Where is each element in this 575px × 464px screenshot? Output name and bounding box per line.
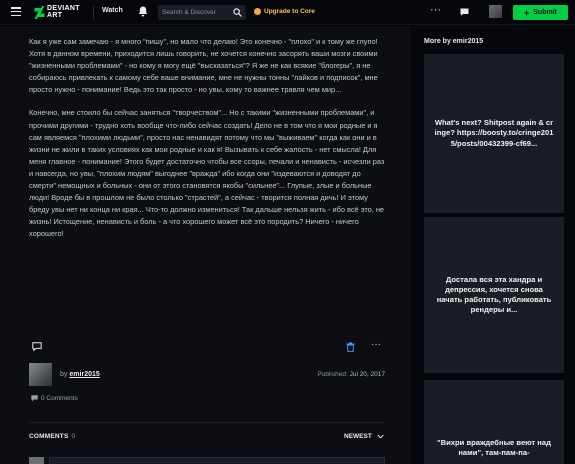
search-input[interactable] <box>158 9 230 16</box>
sidebar: More by emir2015 What's next? Shitpost a… <box>410 26 575 464</box>
comments-count-text: 0 Comments <box>41 395 78 402</box>
chevron-down-icon <box>376 434 384 439</box>
avatar <box>29 457 44 464</box>
published-value: Jul 20, 2017 <box>349 371 385 378</box>
chat-icon[interactable] <box>460 8 469 16</box>
sidebar-card[interactable]: "Вихри враждебные веют над нами", там-па… <box>424 380 564 464</box>
upgrade-label: Upgrade to Core <box>264 8 315 15</box>
bell-icon[interactable] <box>138 6 148 17</box>
sort-label: NEWEST <box>344 433 372 440</box>
published-label: Published: <box>317 371 348 378</box>
search-icon[interactable] <box>233 8 242 17</box>
article-actions: ··· <box>32 340 384 354</box>
sidebar-card[interactable]: What's next? Shitpost again & cringe? ht… <box>424 54 564 213</box>
comment-small-icon <box>31 395 38 402</box>
sidebar-card-text: "Вихри враждебные веют над нами", там-па… <box>437 438 551 458</box>
sidebar-card-text: What's next? Shitpost again & cringe? ht… <box>434 118 554 148</box>
comment-input[interactable] <box>49 457 385 464</box>
article-paragraph: Конечно, мне стоило бы сейчас заняться "… <box>29 108 385 239</box>
divider <box>29 422 385 423</box>
more-options-icon[interactable]: ··· <box>371 340 381 350</box>
sidebar-card-text: Достала вся эта хандра и депрессия, хоче… <box>436 274 552 315</box>
comments-count[interactable]: 0 Comments <box>31 395 78 402</box>
search-box <box>158 5 246 20</box>
plus-icon: + <box>524 7 530 18</box>
watch-link[interactable]: Watch <box>102 7 123 14</box>
article-paragraph: Как я уже сам замечаю - я много "пишу", … <box>29 37 378 95</box>
upgrade-to-core-link[interactable]: Upgrade to Core <box>254 8 315 15</box>
article-body: Как я уже сам замечаю - я много "пишу", … <box>29 36 385 252</box>
coin-icon <box>254 8 261 15</box>
sort-dropdown[interactable]: NEWEST <box>344 433 384 440</box>
comment-icon[interactable] <box>32 342 42 351</box>
author-name-link[interactable]: emir2015 <box>69 371 99 378</box>
user-avatar[interactable] <box>489 5 502 18</box>
submit-label: Submit <box>533 9 557 16</box>
divider <box>93 6 94 19</box>
comments-header-count: 0 <box>71 433 76 440</box>
menu-icon[interactable] <box>11 7 21 17</box>
sidebar-card[interactable]: Достала вся эта хандра и депрессия, хоче… <box>424 217 564 373</box>
trash-icon[interactable] <box>346 342 355 352</box>
more-icon[interactable]: ··· <box>430 5 441 16</box>
by-label: by <box>60 371 68 378</box>
published-date: Published: Jul 20, 2017 <box>317 371 385 378</box>
deviantart-logo-icon <box>34 5 45 19</box>
author-block: by emir2015 Published: Jul 20, 2017 <box>29 363 385 387</box>
comment-input-row <box>29 455 385 464</box>
comments-header: COMMENTS 0 <box>29 433 75 440</box>
top-navigation-bar: DEVIANT ART Watch Upgrade to Core ··· + … <box>0 0 575 25</box>
comments-header-label: COMMENTS <box>29 433 69 440</box>
sidebar-title: More by emir2015 <box>424 38 484 45</box>
author-avatar[interactable] <box>29 363 52 386</box>
logo-text: DEVIANT ART <box>47 5 80 19</box>
deviantart-logo[interactable]: DEVIANT ART <box>34 5 85 19</box>
submit-button[interactable]: + Submit <box>513 5 568 20</box>
author-byline: by emir2015 <box>60 371 100 378</box>
